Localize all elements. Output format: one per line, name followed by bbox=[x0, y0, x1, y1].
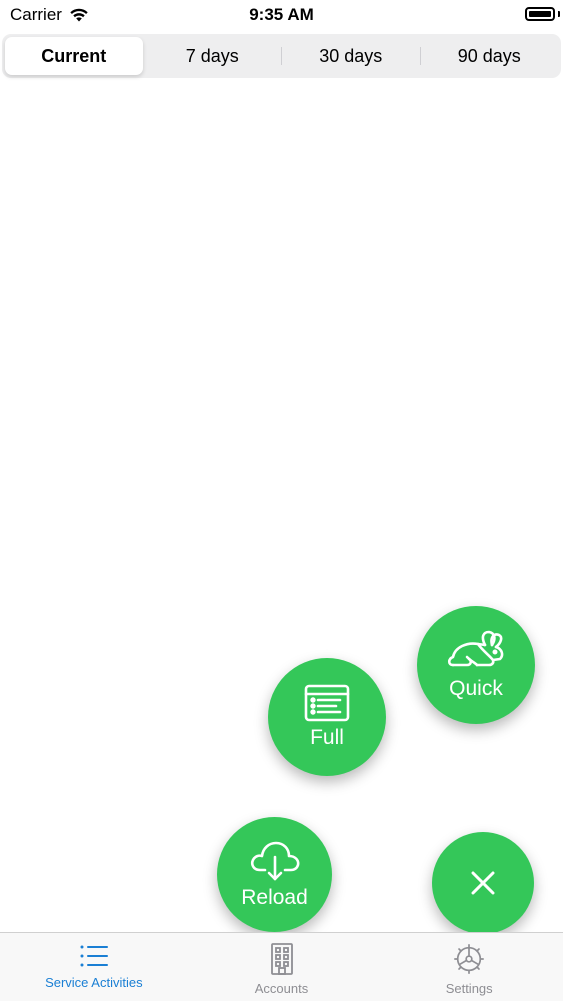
segment-90-days[interactable]: 90 days bbox=[421, 37, 559, 75]
rabbit-icon bbox=[447, 630, 504, 667]
reload-label: Reload bbox=[241, 885, 308, 909]
tab-label: Settings bbox=[445, 981, 493, 996]
tab-settings[interactable]: Settings bbox=[375, 933, 563, 1001]
segment-30-days[interactable]: 30 days bbox=[282, 37, 420, 75]
full-label: Full bbox=[310, 726, 344, 749]
segment-current[interactable]: Current bbox=[5, 37, 143, 75]
segment-7-days[interactable]: 7 days bbox=[144, 37, 282, 75]
close-menu-button[interactable] bbox=[432, 832, 534, 934]
period-segmented-control: Current 7 days 30 days 90 days bbox=[2, 34, 561, 78]
tab-bar: Service Activities Accounts Settings bbox=[0, 932, 563, 1001]
quick-sync-button[interactable]: Quick bbox=[417, 606, 535, 724]
tab-accounts[interactable]: Accounts bbox=[188, 933, 376, 1001]
clock: 9:35 AM bbox=[249, 5, 314, 24]
quick-label: Quick bbox=[449, 677, 503, 700]
battery-icon bbox=[525, 7, 555, 21]
tab-label: Service Activities bbox=[45, 975, 143, 990]
full-sync-button[interactable]: Full bbox=[268, 658, 386, 776]
reload-button[interactable]: Reload bbox=[217, 817, 332, 932]
list-icon bbox=[80, 945, 108, 967]
battery-cap bbox=[558, 11, 560, 17]
building-icon bbox=[270, 943, 293, 975]
cloud-download-icon bbox=[250, 841, 299, 880]
tab-label: Accounts bbox=[254, 981, 309, 996]
status-bar: Carrier 9:35 AM bbox=[0, 0, 563, 30]
gear-icon bbox=[454, 944, 485, 974]
tab-service-activities[interactable]: Service Activities bbox=[0, 933, 188, 1001]
close-icon bbox=[471, 871, 495, 895]
list-icon bbox=[304, 684, 350, 722]
